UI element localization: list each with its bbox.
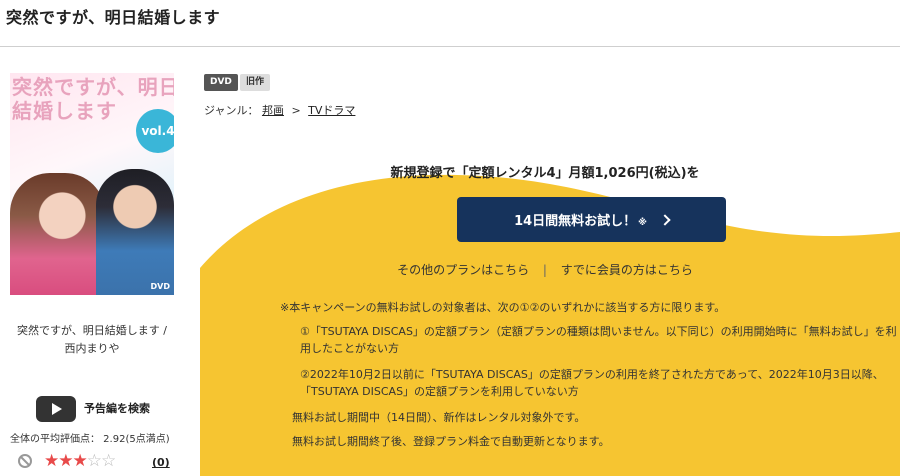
member-login-link[interactable]: すでに会員の方はこちら bbox=[561, 263, 693, 277]
star-icon-empty: ☆ bbox=[86, 451, 102, 471]
cover-woman-figure bbox=[10, 173, 105, 295]
ban-icon[interactable] bbox=[18, 454, 32, 468]
genre-separator: > bbox=[291, 104, 301, 117]
free-trial-button[interactable]: 14日間無料お試し！ ※ bbox=[457, 197, 726, 242]
cover-man-figure bbox=[96, 169, 174, 295]
other-plans-link[interactable]: その他のプランはこちら bbox=[397, 263, 529, 277]
campaign-note: ※本キャンペーンの無料お試しの対象者は、次の①②のいずれかに該当する方に限ります… bbox=[280, 301, 726, 314]
rating-stars: ★★★☆☆ bbox=[44, 451, 116, 471]
play-icon[interactable] bbox=[36, 396, 76, 422]
cover-dvd-mark: DVD bbox=[150, 282, 170, 291]
star-icon-filled: ★ bbox=[72, 451, 88, 471]
campaign-note: ②2022年10月2日以前に「TSUTAYA DISCAS」の定額プランの利用を… bbox=[300, 368, 884, 398]
star-icon-filled: ★ bbox=[44, 451, 59, 471]
genre-breadcrumb: ジャンル： 邦画 > TVドラマ bbox=[204, 102, 355, 118]
star-icon-filled: ★ bbox=[58, 451, 73, 471]
genre-link-tv-drama[interactable]: TVドラマ bbox=[308, 104, 355, 117]
review-count-link[interactable]: (0) bbox=[152, 456, 170, 469]
release-tag-old: 旧作 bbox=[240, 74, 271, 91]
average-rating: 全体の平均評価点： 2.92(5点満点) bbox=[10, 434, 170, 445]
genre-link-japanese-film[interactable]: 邦画 bbox=[262, 104, 284, 117]
link-divider: | bbox=[542, 263, 547, 277]
cover-image[interactable]: 突然ですが、明日結婚します vol.4 DVD bbox=[10, 73, 174, 295]
campaign-note: ①「TSUTAYA DISCAS」の定額プラン（定額プランの種類は問いません。以… bbox=[300, 325, 897, 355]
trailer-search-label[interactable]: 予告編を検索 bbox=[84, 400, 150, 416]
genre-label: ジャンル： bbox=[204, 104, 259, 117]
format-tag-dvd: DVD bbox=[204, 74, 238, 91]
page-title: 突然ですが、明日結婚します bbox=[6, 8, 221, 27]
free-trial-button-label: 14日間無料お試し！ bbox=[514, 214, 637, 229]
plan-links: その他のプランはこちら | すでに会員の方はこちら bbox=[200, 261, 890, 278]
campaign-note: 無料お試し期間中（14日間）、新作はレンタル対象外です。 bbox=[292, 411, 586, 424]
cover-caption: 突然ですが、明日結婚します / 西内まりや bbox=[17, 324, 167, 355]
star-icon-empty: ☆ bbox=[101, 451, 116, 471]
campaign-headline: 新規登録で「定額レンタル4」月額1,026円(税込)を bbox=[390, 166, 700, 181]
campaign-note: 無料お試し期間終了後、登録プラン料金で自動更新となります。 bbox=[292, 435, 610, 448]
free-trial-note-mark: ※ bbox=[638, 217, 647, 228]
volume-badge: vol.4 bbox=[136, 109, 174, 153]
title-divider bbox=[0, 46, 900, 47]
chevron-right-icon bbox=[659, 213, 671, 226]
